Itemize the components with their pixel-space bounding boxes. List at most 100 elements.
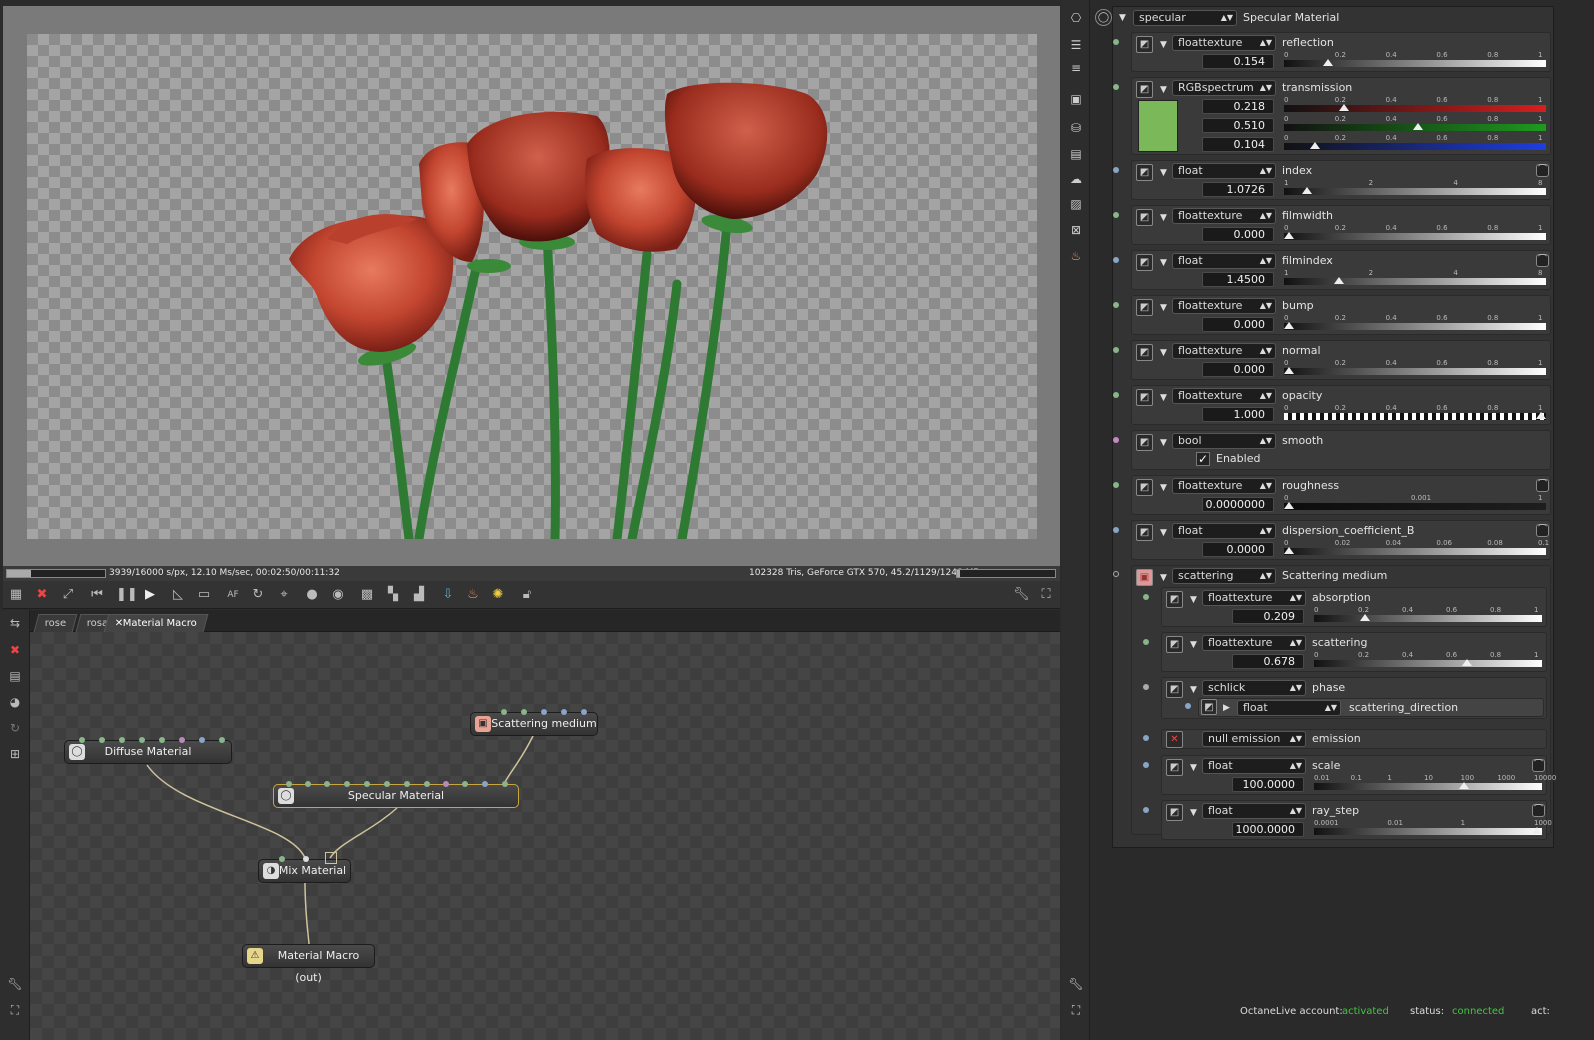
pin-dot[interactable] <box>1113 392 1119 398</box>
slider-track[interactable] <box>1284 368 1546 375</box>
pin-dot[interactable] <box>1113 257 1119 263</box>
param-type-dropdown[interactable]: float ▲▼ <box>1172 163 1276 179</box>
param-type-dropdown[interactable]: float ▲▼ <box>1172 253 1276 269</box>
curve-icon[interactable]: ⌒ <box>1536 254 1549 267</box>
slider-knob[interactable] <box>1284 547 1294 554</box>
value-field[interactable]: 0.0000000 <box>1202 497 1274 512</box>
rotate-icon[interactable]: ↻ <box>250 587 266 603</box>
wrench-icon[interactable]: 🔧︎ <box>1013 587 1030 603</box>
material-ball-icon[interactable]: ◕ <box>7 694 23 710</box>
slider-knob[interactable] <box>1334 277 1345 284</box>
value-slider[interactable]: 0 0.2 0.4 0.6 0.8 1 <box>1284 134 1546 152</box>
value-slider[interactable]: 0 0.2 0.4 0.6 0.8 1 <box>1284 224 1546 242</box>
pin-dot[interactable] <box>1113 167 1119 173</box>
node-diffuse-material[interactable]: ◯ Diffuse Material <box>64 737 232 764</box>
value-field[interactable]: 0.209 <box>1232 609 1304 624</box>
reset-icon[interactable]: ✖ <box>34 587 50 603</box>
value-field[interactable]: 1.4500 <box>1202 272 1274 287</box>
medium-icon[interactable]: ▣ <box>1136 569 1153 586</box>
value-field[interactable]: 0.000 <box>1202 362 1274 377</box>
wrench-icon[interactable]: 🔧︎ <box>1068 976 1084 992</box>
collapse-icon[interactable]: ▼ <box>1190 595 1200 605</box>
collapse-icon[interactable]: ▼ <box>1160 573 1170 583</box>
material-icon[interactable]: ♨ <box>465 587 481 603</box>
texture-type-icon[interactable]: ◩ <box>1201 699 1217 715</box>
collapse-icon[interactable]: ▼ <box>1160 483 1170 493</box>
value-slider[interactable]: 0.0001 0.01 1 1000 <box>1314 819 1552 837</box>
collapse-icon[interactable]: ▼ <box>1190 808 1200 818</box>
texture-type-icon[interactable]: ◩ <box>1166 804 1183 821</box>
slider-track[interactable] <box>1284 503 1546 510</box>
texture-type-icon[interactable]: ◩ <box>1136 434 1153 451</box>
material-icon[interactable]: ♨ <box>1068 248 1084 264</box>
texture-type-icon[interactable]: ◩ <box>1166 591 1183 608</box>
collapse-icon[interactable]: ▼ <box>1119 13 1129 23</box>
param-type-dropdown[interactable]: floattexture ▲▼ <box>1172 208 1276 224</box>
collapse-icon[interactable]: ▼ <box>1190 685 1200 695</box>
value-slider[interactable]: 0 0.2 0.4 0.6 0.8 1 <box>1284 96 1546 114</box>
value-field[interactable]: 0.678 <box>1232 654 1304 669</box>
collapse-icon[interactable]: ▼ <box>1160 213 1170 223</box>
null-emission-icon[interactable]: ✕ <box>1166 731 1183 748</box>
param-type-dropdown[interactable]: RGBspectrum ▲▼ <box>1172 80 1276 96</box>
value-field[interactable]: 1.000 <box>1202 407 1274 422</box>
fit-icon[interactable]: ⤢ <box>60 587 76 603</box>
layout-icon[interactable]: ⊞ <box>7 746 23 762</box>
texture-type-icon[interactable]: ◩ <box>1136 389 1153 406</box>
texture-type-icon[interactable]: ◩ <box>1136 209 1153 226</box>
slider-track[interactable] <box>1284 188 1546 195</box>
value-field[interactable]: 0.510 <box>1202 118 1274 133</box>
pin-dot[interactable] <box>1143 735 1149 741</box>
slider-knob[interactable] <box>1302 187 1313 194</box>
value-field[interactable]: 0.000 <box>1202 227 1274 242</box>
value-slider[interactable]: 0 0.2 0.4 0.6 0.8 1 <box>1314 606 1542 624</box>
value-slider[interactable]: 0.01 0.1 1 10 100 1000 10000 <box>1314 774 1556 792</box>
medium-type-dropdown[interactable]: scattering ▲▼ <box>1172 568 1276 584</box>
pin-dot[interactable] <box>1143 594 1149 600</box>
slider-track[interactable] <box>1314 660 1542 667</box>
value-field[interactable]: 1000.0000 <box>1232 822 1304 837</box>
grid-icon[interactable]: ▩ <box>359 587 375 603</box>
slider-track[interactable] <box>1284 278 1546 285</box>
lock-icon[interactable]: 🔓︎ <box>519 587 535 603</box>
smooth-checkbox[interactable]: ✓ <box>1196 452 1210 466</box>
pin-dot[interactable] <box>1143 807 1149 813</box>
pin-dot[interactable] <box>1113 39 1119 45</box>
slider-knob[interactable] <box>1284 367 1294 374</box>
emission-type-dropdown[interactable]: null emission ▲▼ <box>1202 731 1306 747</box>
slider-knob[interactable] <box>1284 232 1294 239</box>
value-field[interactable]: 0.0000 <box>1202 542 1274 557</box>
texture-type-icon[interactable]: ◩ <box>1136 299 1153 316</box>
film-icon[interactable]: ▦ <box>8 587 24 603</box>
param-type-dropdown[interactable]: floattexture ▲▼ <box>1172 298 1276 314</box>
slider-knob[interactable] <box>1412 123 1423 130</box>
texture-type-icon[interactable]: ◩ <box>1166 681 1183 698</box>
collapse-icon[interactable]: ▼ <box>1190 763 1200 773</box>
pin-dot[interactable] <box>1113 571 1119 577</box>
value-slider[interactable]: 1 2 4 8 <box>1284 179 1546 197</box>
param-type-dropdown[interactable]: floattexture ▲▼ <box>1172 343 1276 359</box>
slider-track[interactable] <box>1284 323 1546 330</box>
collapse-icon[interactable]: ▼ <box>1190 640 1200 650</box>
material-type-dropdown[interactable]: specular ▲▼ <box>1133 10 1237 26</box>
slider-knob[interactable] <box>1284 502 1294 509</box>
slider-knob[interactable] <box>1459 782 1470 789</box>
slider-track[interactable] <box>1314 615 1542 622</box>
focus-icon[interactable]: ⌖ <box>276 587 292 603</box>
slider-track[interactable] <box>1284 233 1546 240</box>
node-mix-material[interactable]: ◑ Mix Material <box>258 852 351 883</box>
value-slider[interactable]: 0 0.2 0.4 0.6 0.8 1 <box>1284 314 1546 332</box>
slider-track[interactable] <box>1314 783 1542 790</box>
value-field[interactable]: 1.0726 <box>1202 182 1274 197</box>
texture-type-icon[interactable]: ◩ <box>1136 254 1153 271</box>
param-type-dropdown[interactable]: floattexture ▲▼ <box>1172 388 1276 404</box>
value-slider[interactable]: 1 2 4 8 <box>1284 269 1546 287</box>
collapse-icon[interactable]: ▼ <box>1160 40 1170 50</box>
fullscreen-icon[interactable]: ⛶ <box>7 1002 23 1018</box>
pin-dot[interactable] <box>1113 347 1119 353</box>
texture-type-icon[interactable]: ◩ <box>1136 344 1153 361</box>
fullscreen-icon[interactable]: ⛶ <box>1038 587 1054 603</box>
curve-icon[interactable]: ⌒ <box>1536 479 1549 492</box>
param-type-dropdown[interactable]: floattexture ▲▼ <box>1172 478 1276 494</box>
value-slider[interactable]: 0 0.2 0.4 0.6 0.8 1 <box>1284 404 1546 422</box>
